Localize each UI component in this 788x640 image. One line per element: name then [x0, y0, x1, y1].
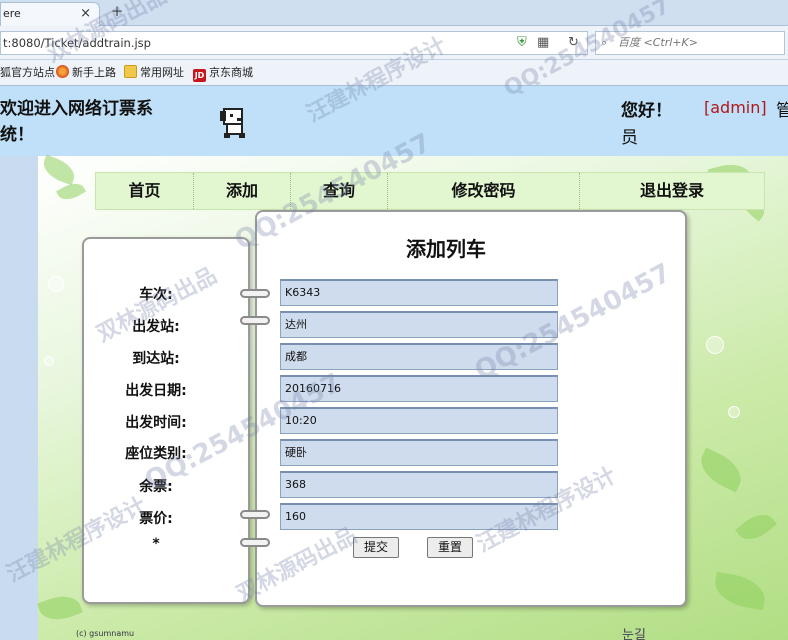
nav-query[interactable]: 查询: [291, 173, 388, 209]
role-text: 管: [776, 101, 788, 121]
leaf-decoration: [37, 589, 83, 627]
departure-date-label: 出发日期:: [125, 383, 187, 399]
leaf-decoration: [694, 447, 748, 493]
departure-station-label: 出发站:: [132, 319, 180, 335]
nav-change-password[interactable]: 修改密码: [388, 173, 580, 209]
role-text-continued: 员: [621, 128, 638, 148]
new-tab-button[interactable]: +: [108, 2, 126, 20]
train-number-label: 车次:: [139, 287, 173, 303]
bubble-decoration: [706, 336, 724, 354]
form-title: 添加列车: [406, 237, 486, 261]
url-input[interactable]: t:8080/Ticket/addtrain.jsp: [0, 31, 588, 55]
seat-type-label: 座位类别:: [125, 446, 187, 462]
bookmark-label: 狐官方站点: [0, 66, 55, 79]
bubble-decoration: [728, 406, 740, 418]
site-header: 欢迎进入网络订票系统！ 您好！ [admin] 管 员: [0, 86, 788, 156]
arrival-station-input[interactable]: 成都: [280, 343, 558, 370]
bookmark-label: 新手上路: [72, 66, 116, 79]
firefox-icon: [56, 65, 69, 78]
search-placeholder: 百度 <Ctrl+K>: [618, 36, 698, 49]
bookmark-label: 常用网址: [140, 66, 184, 79]
leaf-decoration: [39, 154, 79, 186]
nav-logout[interactable]: 退出登录: [580, 173, 764, 209]
qr-code-icon[interactable]: ▦: [537, 35, 549, 51]
search-input[interactable]: ⌕ 百度 <Ctrl+K>: [595, 31, 785, 55]
departure-time-input[interactable]: 10:20: [280, 407, 558, 434]
ticket-price-input[interactable]: 160: [280, 503, 558, 530]
leaf-decoration: [735, 507, 777, 547]
close-tab-icon[interactable]: ×: [80, 3, 91, 25]
binder-ring: [240, 538, 270, 547]
binder-ring: [240, 289, 270, 298]
remaining-tickets-input[interactable]: 368: [280, 471, 558, 498]
tab-title: ere: [3, 7, 21, 20]
bookmark-common-sites[interactable]: 常用网址: [124, 64, 184, 82]
address-bar: t:8080/Ticket/addtrain.jsp ⛨ ▦ ↻ ⌕ 百度 <C…: [0, 26, 788, 60]
nav-add[interactable]: 添加: [194, 173, 291, 209]
train-number-input[interactable]: K6343: [280, 279, 558, 306]
remaining-tickets-label: 余票:: [139, 479, 173, 495]
footer-copyright: (c) gsumnamu: [76, 629, 135, 638]
required-mark: *: [152, 536, 160, 552]
submit-button[interactable]: 提交: [353, 537, 399, 558]
reset-button[interactable]: 重置: [427, 537, 473, 558]
bookmark-jd[interactable]: JD 京东商城: [193, 64, 253, 82]
jd-icon: JD: [193, 69, 206, 82]
username-link[interactable]: [admin]: [704, 98, 767, 117]
arrival-station-label: 到达站:: [132, 351, 180, 367]
bookmarks-bar: 狐官方站点 新手上路 常用网址 JD 京东商城: [0, 60, 788, 86]
browser-tab-bar: ere × +: [0, 0, 788, 26]
leaf-decoration: [711, 571, 769, 611]
departure-station-input[interactable]: 达州: [280, 311, 558, 338]
ticket-price-label: 票价:: [139, 511, 173, 527]
dog-logo-icon: [220, 108, 245, 138]
departure-date-input[interactable]: 20160716: [280, 375, 558, 402]
binder-ring: [240, 316, 270, 325]
reload-icon[interactable]: ↻: [568, 35, 579, 51]
main-nav: 首页 添加 查询 修改密码 退出登录: [95, 172, 765, 210]
bubble-decoration: [44, 356, 54, 366]
bookmark-official-site[interactable]: 狐官方站点: [0, 64, 55, 82]
binder-ring: [240, 510, 270, 519]
departure-time-label: 出发时间:: [125, 415, 187, 431]
bookmark-label: 京东商城: [209, 66, 253, 79]
nav-home[interactable]: 首页: [96, 173, 194, 209]
shield-icon[interactable]: ⛨: [517, 35, 527, 51]
seat-type-input[interactable]: 硬卧: [280, 439, 558, 466]
footer-signature: 눈길: [622, 628, 646, 640]
greeting-text: 您好！: [621, 101, 672, 121]
welcome-title: 欢迎进入网络订票系统！: [0, 99, 153, 145]
browser-tab[interactable]: ere ×: [0, 2, 100, 26]
bookmark-new-user[interactable]: 新手上路: [56, 64, 116, 82]
bubble-decoration: [48, 276, 64, 292]
search-icon: ⌕: [601, 36, 608, 49]
folder-icon: [124, 65, 137, 78]
